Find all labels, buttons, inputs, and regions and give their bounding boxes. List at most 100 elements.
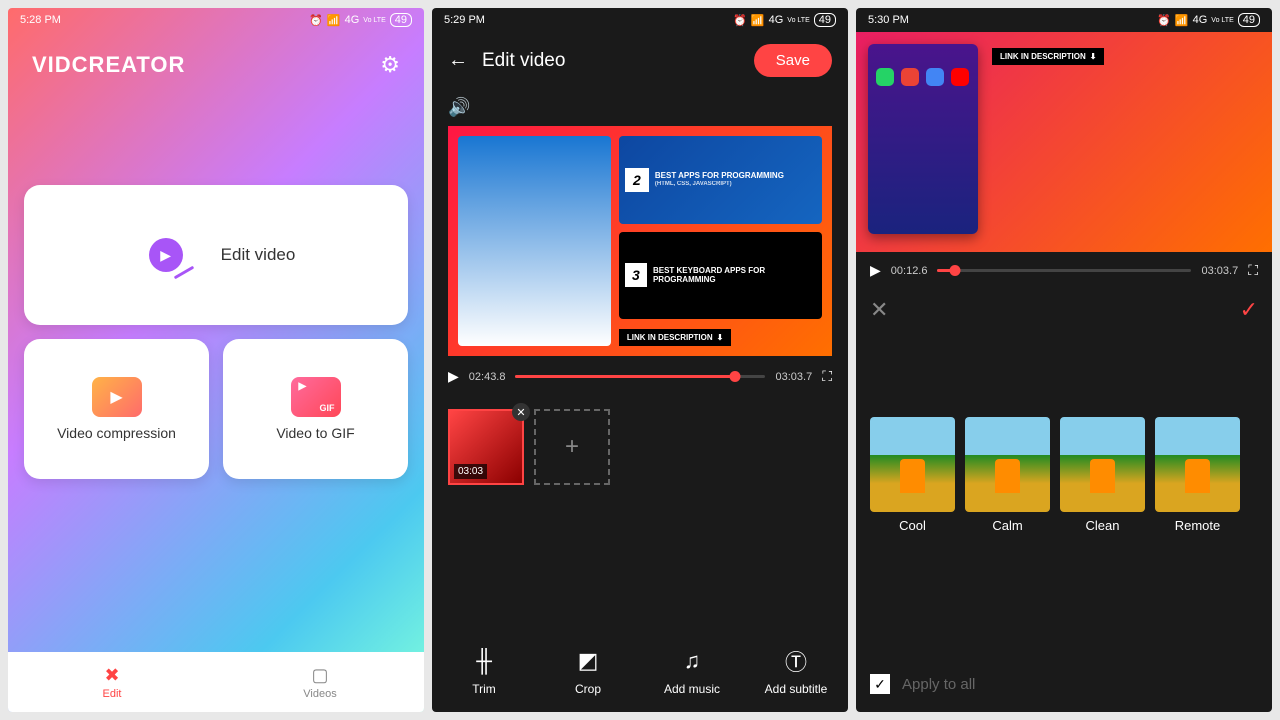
app-icon	[901, 68, 919, 86]
gif-icon: GIF	[291, 377, 341, 417]
current-time: 00:12.6	[891, 265, 928, 277]
status-time: 5:28 PM	[20, 14, 61, 26]
editor-header: ← Edit video Save	[432, 32, 848, 89]
app-icon	[876, 68, 894, 86]
card-label: Video compression	[57, 425, 176, 441]
apply-all-row: ✓ Apply to all	[856, 656, 989, 712]
confirm-icon[interactable]: ✓	[1240, 297, 1258, 323]
play-icon[interactable]: ▶	[448, 368, 459, 385]
fullscreen-icon[interactable]: ⛶	[822, 368, 832, 385]
card-label: Edit video	[221, 245, 296, 265]
network-label: 4G	[769, 14, 784, 26]
phone-apps	[876, 68, 970, 86]
edit-tab-icon: ✖	[104, 665, 119, 686]
status-right: ⏰ 📶 4G Vo LTE 49	[1157, 13, 1260, 27]
link-badge: LINK IN DESCRIPTION ⬇	[992, 48, 1104, 65]
app-header: VIDCREATOR ⚙	[8, 32, 424, 98]
playbar: ▶ 02:43.8 03:03.7 ⛶	[432, 356, 848, 397]
trim-icon: ╫	[476, 648, 492, 674]
filter-controls: ✕ ✓	[856, 289, 1272, 335]
clip-duration: 03:03	[454, 464, 487, 479]
phone-filters: 5:30 PM ⏰ 📶 4G Vo LTE 49 LINK IN DESCRIP…	[856, 8, 1272, 712]
progress-bar[interactable]	[937, 269, 1191, 272]
settings-icon[interactable]: ⚙	[380, 52, 400, 78]
battery-label: 49	[1238, 13, 1260, 27]
phone-editor: 5:29 PM ⏰ 📶 4G Vo LTE 49 ← Edit video Sa…	[432, 8, 848, 712]
apply-all-checkbox[interactable]: ✓	[870, 674, 890, 694]
filter-calm[interactable]: Calm	[965, 417, 1050, 533]
filters-row[interactable]: Cool Calm Clean Remote	[856, 409, 1272, 541]
filter-clean[interactable]: Clean	[1060, 417, 1145, 533]
nav-label: Videos	[303, 688, 336, 700]
music-icon: ♫	[684, 648, 701, 674]
compress-card[interactable]: ▶ Video compression	[24, 339, 209, 479]
progress-handle[interactable]	[730, 371, 741, 382]
tool-crop[interactable]: ◩Crop	[536, 648, 640, 696]
sound-row: 🔊	[432, 89, 848, 126]
fullscreen-icon[interactable]: ⛶	[1248, 262, 1258, 279]
page-title: Edit video	[482, 50, 740, 72]
card-number: 3	[625, 263, 647, 287]
play-icon[interactable]: ▶	[870, 262, 881, 279]
volume-icon[interactable]: 🔊	[448, 97, 470, 117]
nav-label: Edit	[103, 688, 122, 700]
preview-cards: 2 BEST APPS FOR PROGRAMMING(HTML, CSS, J…	[619, 136, 822, 346]
save-button[interactable]: Save	[754, 44, 832, 77]
tool-music[interactable]: ♫Add music	[640, 648, 744, 696]
card-row: ▶ Video compression GIF Video to GIF	[24, 339, 408, 479]
filter-cool[interactable]: Cool	[870, 417, 955, 533]
progress-handle[interactable]	[950, 265, 961, 276]
video-preview[interactable]: LINK IN DESCRIPTION ⬇	[856, 32, 1272, 252]
preview-card-1: 2 BEST APPS FOR PROGRAMMING(HTML, CSS, J…	[619, 136, 822, 224]
cancel-icon[interactable]: ✕	[870, 297, 888, 323]
card-number: 2	[625, 168, 649, 192]
total-time: 03:03.7	[775, 371, 812, 383]
apply-all-label: Apply to all	[902, 676, 975, 693]
network-label: 4G	[1193, 14, 1208, 26]
filter-thumb	[965, 417, 1050, 512]
edit-video-card[interactable]: Edit video	[24, 185, 408, 325]
clip-remove-icon[interactable]: ✕	[512, 403, 530, 421]
card-text: BEST APPS FOR PROGRAMMING(HTML, CSS, JAV…	[655, 171, 784, 188]
clips-row: ✕ 03:03 +	[432, 397, 848, 497]
clip-thumb[interactable]: ✕ 03:03	[448, 409, 524, 485]
carrier-label: Vo LTE	[363, 17, 385, 24]
filter-thumb	[870, 417, 955, 512]
app-title: VIDCREATOR	[32, 52, 185, 78]
link-badge-wrap: LINK IN DESCRIPTION ⬇	[619, 327, 822, 346]
total-time: 03:03.7	[1201, 265, 1238, 277]
add-clip-button[interactable]: +	[534, 409, 610, 485]
filter-remote[interactable]: Remote	[1155, 417, 1240, 533]
filter-thumb	[1155, 417, 1240, 512]
video-preview[interactable]: 2 BEST APPS FOR PROGRAMMING(HTML, CSS, J…	[448, 126, 832, 356]
carrier-label: Vo LTE	[787, 17, 809, 24]
link-badge: LINK IN DESCRIPTION ⬇	[619, 329, 731, 346]
gif-card[interactable]: GIF Video to GIF	[223, 339, 408, 479]
carrier-label: Vo LTE	[1211, 17, 1233, 24]
status-right: ⏰ 📶 4G Vo LTE 49	[309, 13, 412, 27]
videos-tab-icon: ▢	[311, 665, 328, 686]
network-label: 4G	[345, 14, 360, 26]
tool-trim[interactable]: ╫Trim	[432, 648, 536, 696]
preview-phone-thumb	[458, 136, 611, 346]
back-icon[interactable]: ←	[448, 49, 468, 72]
alarm-icon: ⏰	[309, 14, 323, 27]
status-right: ⏰ 📶 4G Vo LTE 49	[733, 13, 836, 27]
statusbar: 5:30 PM ⏰ 📶 4G Vo LTE 49	[856, 8, 1272, 32]
progress-fill	[515, 375, 735, 378]
phone-home: 5:28 PM ⏰ 📶 4G Vo LTE 49 VIDCREATOR ⚙ Ed…	[8, 8, 424, 712]
battery-label: 49	[814, 13, 836, 27]
app-icon	[951, 68, 969, 86]
subtitle-icon: Ⓣ	[785, 648, 807, 674]
alarm-icon: ⏰	[733, 14, 747, 27]
app-icon	[926, 68, 944, 86]
tool-subtitle[interactable]: ⓉAdd subtitle	[744, 648, 848, 696]
nav-videos[interactable]: ▢ Videos	[216, 652, 424, 712]
preview-phone-thumb	[868, 44, 978, 234]
progress-bar[interactable]	[515, 375, 765, 378]
signal-icon: 📶	[751, 14, 765, 27]
signal-icon: 📶	[1175, 14, 1189, 27]
status-time: 5:30 PM	[868, 14, 909, 26]
nav-edit[interactable]: ✖ Edit	[8, 652, 216, 712]
card-label: Video to GIF	[276, 425, 354, 441]
